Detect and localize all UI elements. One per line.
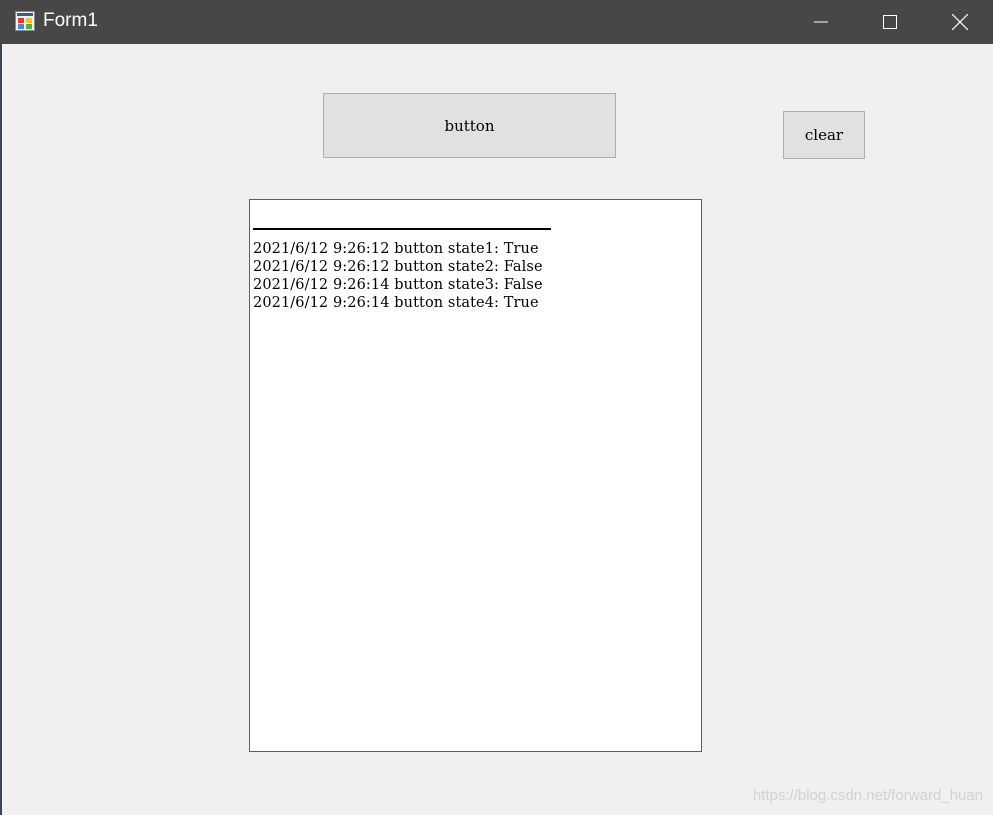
minimize-icon [814,15,828,29]
log-lines: 2021/6/12 9:26:12 button state1: True 20… [253,240,543,312]
clear-button[interactable]: clear [783,111,865,159]
window-title: Form1 [43,10,98,31]
main-button[interactable]: button [323,93,616,158]
title-bar[interactable]: Form1 [0,0,993,44]
close-button[interactable] [925,0,993,44]
log-line: 2021/6/12 9:26:14 button state4: True [253,295,539,311]
log-line: 2021/6/12 9:26:12 button state1: True [253,241,539,257]
close-icon [952,14,968,30]
form1-window: Form1 button clear 2021/6/12 9:26:12 but… [0,0,993,815]
log-separator-line [253,228,551,231]
winforms-app-icon [15,11,35,31]
maximize-icon [883,15,897,29]
window-left-edge [0,44,2,815]
maximize-button[interactable] [855,0,925,44]
minimize-button[interactable] [786,0,856,44]
log-textbox[interactable]: 2021/6/12 9:26:12 button state1: True 20… [249,199,702,752]
log-line: 2021/6/12 9:26:12 button state2: False [253,259,543,275]
log-line: 2021/6/12 9:26:14 button state3: False [253,277,543,293]
watermark-text: https://blog.csdn.net/forward_huan [752,787,983,804]
